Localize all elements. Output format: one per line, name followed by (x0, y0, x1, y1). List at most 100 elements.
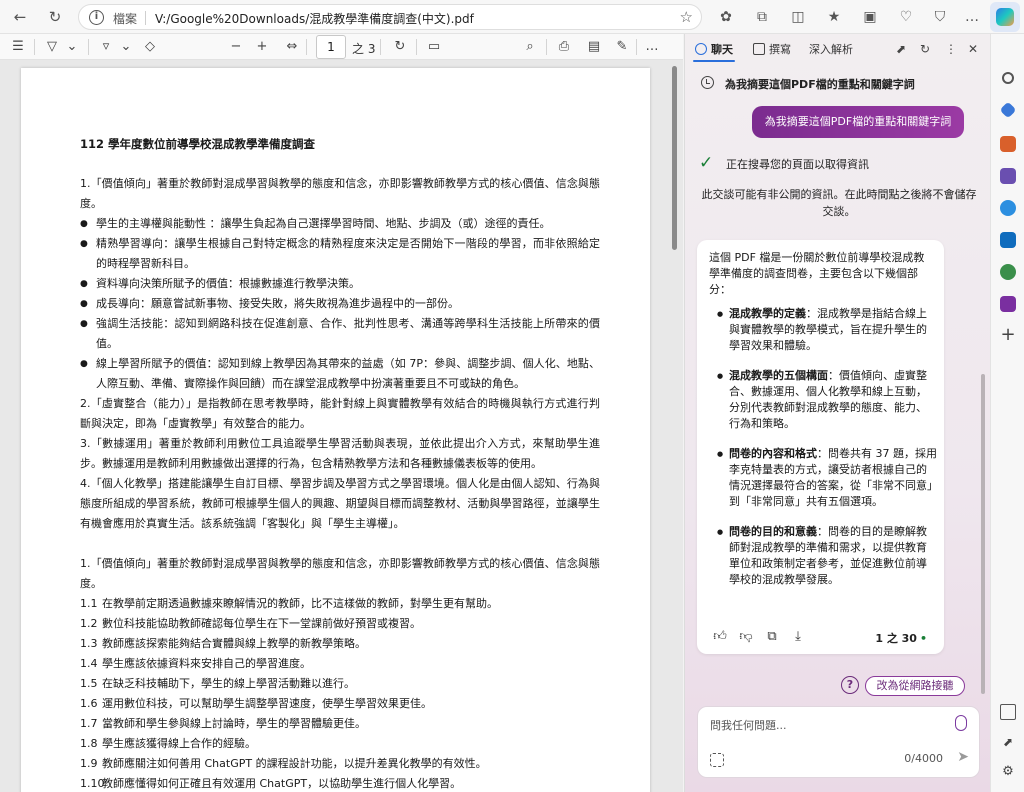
switch-to-web-button[interactable]: 改為從網路接聽 (865, 676, 965, 696)
numbered-item: 1.9 教師應關注如何善用 ChatGPT 的課程設計功能，以提升差異化教學的有效… (80, 754, 600, 774)
item-text: 教師應懂得如何正確且有效運用 ChatGPT，以協助學生進行個人化學習。 (102, 777, 462, 790)
save-icon[interactable]: ▤ (584, 37, 604, 57)
add-sidebar-icon[interactable]: + (1000, 326, 1016, 344)
chat-icon (695, 43, 707, 55)
copilot-scrollbar[interactable] (981, 374, 985, 694)
rotate-icon[interactable]: ↻ (390, 37, 410, 57)
collections-icon[interactable]: ▣ (860, 7, 880, 27)
save-as-icon[interactable]: ✎ (612, 37, 632, 57)
answer-point: 混成教學的定義：混成教學是指結合線上與實體教學的教學模式，旨在提升學生的學習效果… (709, 306, 937, 354)
shopping-icon[interactable] (999, 101, 1017, 119)
tab-compose-label: 撰寫 (769, 43, 791, 56)
drop-icon[interactable] (1000, 264, 1016, 280)
download-icon[interactable]: ⤓ (789, 628, 807, 646)
response-count: 1 之 30 • (875, 630, 927, 646)
microphone-icon[interactable] (955, 715, 967, 731)
item-text: 學生應該獲得線上合作的經驗。 (102, 737, 256, 750)
hide-sidebar-icon[interactable] (1000, 704, 1016, 720)
close-icon[interactable]: ✕ (965, 41, 981, 57)
help-icon[interactable]: ? (841, 676, 859, 694)
numbered-item: 1.7 當教師和學生參與線上討論時，學生的學習體驗更佳。 (80, 714, 600, 734)
bullet-item: 學生的主導權與能動性 ：讓學生負起為自己選擇學習時間、地點、步調及（或）途徑的責… (80, 214, 600, 234)
pdf-viewer[interactable]: 112 學年度數位前導學校混成教學準備度調查 1.「價值傾向」著重於教師對混成學… (0, 60, 683, 792)
more-menu-icon[interactable]: … (962, 7, 982, 27)
paragraph: 1.「價值傾向」著重於教師對混成學習與教學的態度和信念，亦即影響教師教學方式的核… (80, 177, 600, 210)
address-bar[interactable]: i 檔案 V:/Google%20Downloads/混成教學準備度調查(中文)… (78, 4, 702, 30)
item-number: 1.8 (80, 737, 98, 750)
search-sidebar-icon[interactable] (1002, 72, 1014, 84)
tab-chat-label: 聊天 (711, 43, 733, 56)
page-total: 之 3 (352, 42, 376, 56)
status-dot-icon: • (919, 632, 927, 645)
compose-icon (753, 43, 765, 55)
extension-icon[interactable]: ⧉ (752, 7, 772, 27)
pdf-more-icon[interactable]: … (642, 37, 662, 57)
split-screen-icon[interactable]: ◫ (788, 7, 808, 27)
info-icon[interactable]: i (89, 10, 104, 25)
favorite-star-icon[interactable]: ☆ (680, 8, 693, 26)
open-external-icon[interactable]: ⬈ (1000, 734, 1016, 750)
panel-more-icon[interactable]: ⋮ (943, 41, 959, 57)
browser-essentials-icon[interactable]: ♡ (896, 7, 916, 27)
screenshot-icon[interactable] (710, 753, 724, 767)
url-text[interactable]: V:/Google%20Downloads/混成教學準備度調查(中文).pdf (155, 10, 474, 27)
item-text: 數位科技能協助教師確認每位學生在下一堂課前做好預習或複習。 (102, 617, 421, 630)
page-view-icon[interactable]: ▭ (424, 37, 444, 57)
refresh-icon[interactable]: ↻ (44, 6, 66, 28)
chat-input-placeholder[interactable]: 問我任何問題... (710, 717, 787, 733)
page-content: 112 學年度數位前導學校混成教學準備度調查 1.「價值傾向」著重於教師對混成學… (80, 134, 600, 792)
bullet-item: 精熟學習導向：讓學生根據自己對特定概念的精熟程度來決定是否開始下一階段的學習，而… (80, 234, 600, 274)
chat-input[interactable]: 問我任何問題... 0/4000 ➤ (697, 706, 980, 778)
games-icon[interactable] (1000, 168, 1016, 184)
pdf-toolbar: ☰ ▽ ⌄ ▿ ⌄ ◇ − + ⇔ 1 之 3 ↻ ▭ ⌕ ⎙ ▤ ✎ … (0, 34, 683, 60)
onenote-icon[interactable] (1000, 296, 1016, 312)
favorites-icon[interactable]: ★ (824, 7, 844, 27)
tab-insights[interactable]: 深入解析 (809, 41, 853, 57)
highlight-dropdown-icon[interactable]: ⌄ (62, 37, 82, 57)
checkmark-icon: ✓ (699, 153, 714, 173)
settings-gear-icon[interactable]: ⚙ (1000, 764, 1016, 780)
tools-icon[interactable] (1000, 136, 1016, 152)
draw-dropdown-icon[interactable]: ⌄ (116, 37, 136, 57)
pdf-page: 112 學年度數位前導學校混成教學準備度調查 1.「價值傾向」著重於教師對混成學… (21, 68, 650, 792)
copy-icon[interactable]: ⧉ (763, 628, 781, 646)
page-number-input[interactable]: 1 (316, 35, 346, 59)
web-switch-row: ? 改為從網路接聽 (841, 676, 969, 696)
draw-icon[interactable]: ▿ (96, 37, 116, 57)
extensions-puzzle-icon[interactable]: ✿ (716, 7, 736, 27)
search-status: ✓ 正在搜尋您的頁面以取得資訊 (699, 154, 979, 174)
open-new-tab-icon[interactable]: ⬈ (893, 41, 909, 57)
microsoft365-icon[interactable] (1000, 200, 1016, 216)
answer-point-label: 混成教學的五個構面 (729, 369, 828, 382)
toolbar-divider (88, 39, 89, 55)
outlook-icon[interactable] (1000, 232, 1016, 248)
toolbar-divider (380, 39, 381, 55)
item-number: 1.7 (80, 717, 98, 730)
item-text: 學生應該依據資料來安排自己的學習進度。 (102, 657, 311, 670)
thumbs-up-icon[interactable]: 👍︎ (711, 628, 729, 646)
copilot-button[interactable] (990, 2, 1020, 32)
chat-history-title[interactable]: 為我摘要這個PDF檔的重點和關鍵字詞 (701, 74, 981, 94)
performance-icon[interactable]: ⛉ (930, 7, 950, 27)
thumbs-down-icon[interactable]: 👎︎ (737, 628, 755, 646)
section-items: 1.1 在教學前定期透過數據來瞭解情況的教師，比不這樣做的教師，對學生更有幫助。 1… (80, 594, 600, 792)
section-definitions: 1.「價值傾向」著重於教師對混成學習與教學的態度和信念，亦即影響教師教學方式的核… (80, 174, 600, 534)
fit-width-icon[interactable]: ⇔ (282, 37, 302, 57)
print-icon[interactable]: ⎙ (554, 37, 574, 57)
refresh-chat-icon[interactable]: ↻ (917, 41, 933, 57)
highlight-icon[interactable]: ▽ (42, 37, 62, 57)
send-icon[interactable]: ➤ (957, 749, 969, 765)
pdf-scrollbar[interactable] (672, 66, 677, 250)
erase-icon[interactable]: ◇ (140, 37, 160, 57)
history-icon (701, 76, 714, 89)
search-icon[interactable]: ⌕ (520, 37, 540, 57)
contents-icon[interactable]: ☰ (8, 37, 28, 57)
zoom-out-icon[interactable]: − (226, 37, 246, 57)
zoom-in-icon[interactable]: + (252, 37, 272, 57)
toolbar-divider (416, 39, 417, 55)
tab-chat[interactable]: 聊天 (695, 41, 733, 57)
tab-compose[interactable]: 撰寫 (753, 41, 791, 57)
item-number: 1.5 (80, 677, 98, 690)
back-icon[interactable]: ← (9, 6, 31, 28)
toolbar-divider (546, 39, 547, 55)
